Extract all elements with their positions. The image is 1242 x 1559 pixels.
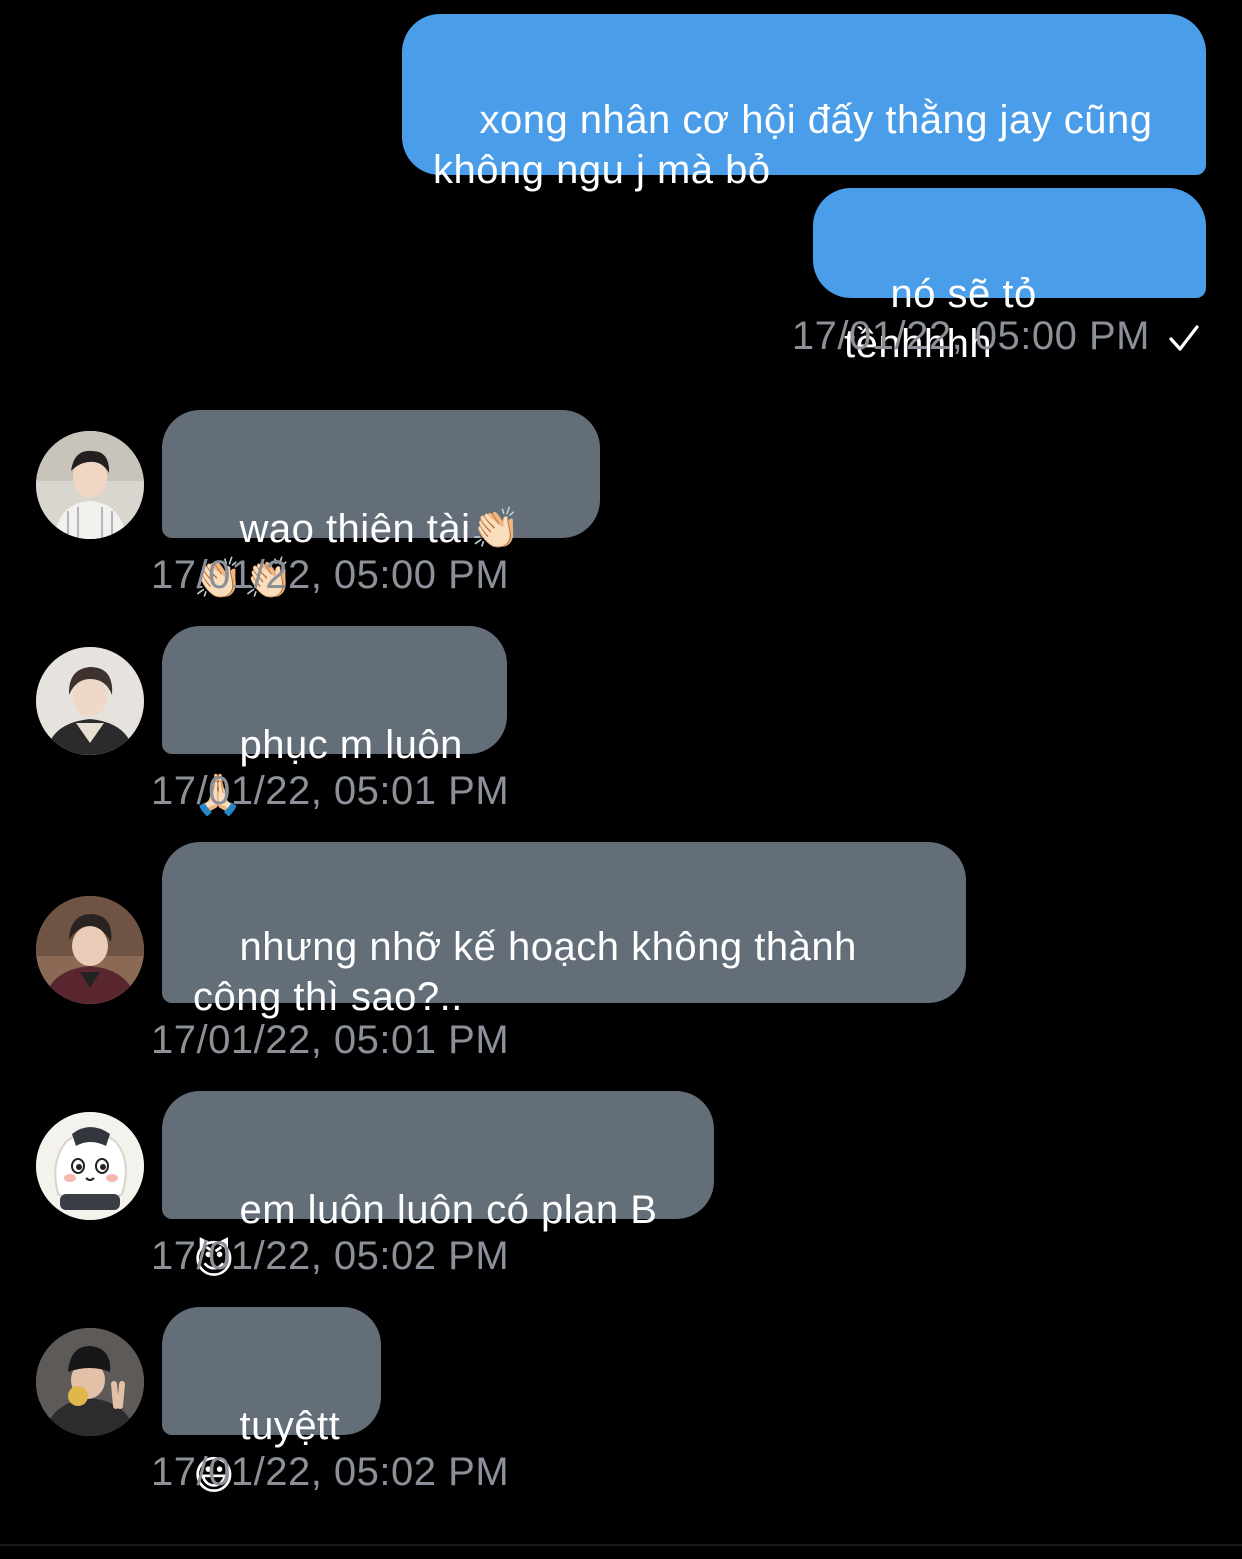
outgoing-message-bubble[interactable]: xong nhân cơ hội đấy thằng jay cũng khôn…	[402, 14, 1206, 192]
avatar-boy-striped-shirt[interactable]	[36, 431, 144, 539]
outgoing-message-bubble[interactable]: nó sẽ tỏ tềnhhhh	[813, 188, 1206, 366]
check-icon	[1169, 325, 1199, 351]
avatar-boy-beanie-peace[interactable]	[36, 1328, 144, 1436]
avatar-boy-dark-jacket[interactable]	[36, 647, 144, 755]
avatar-boy-maroon-jacket[interactable]	[36, 896, 144, 1004]
incoming-message-bubble[interactable]: phục m luôn🙏🏻	[162, 626, 507, 817]
message-timestamp: 17/01/22, 05:01 PM	[151, 769, 510, 813]
message-timestamp: 17/01/22, 05:02 PM	[151, 1234, 510, 1278]
message-timestamp: 17/01/22, 05:01 PM	[151, 1018, 510, 1062]
message-text: xong nhân cơ hội đấy thằng jay cũng khôn…	[433, 98, 1165, 192]
incoming-message-bubble[interactable]: wao thiên tài👏🏻👏🏻👏🏻	[162, 410, 600, 601]
avatar-cartoon-rice-ball[interactable]	[36, 1112, 144, 1220]
incoming-message-bubble[interactable]: em luôn luôn có plan B😈	[162, 1091, 714, 1282]
message-text: nhưng nhỡ kế hoạch không thành công thì …	[193, 925, 869, 1019]
message-timestamp: 17/01/22, 05:00 PM	[791, 314, 1150, 358]
message-timestamp: 17/01/22, 05:00 PM	[151, 553, 510, 597]
message-thread: xong nhân cơ hội đấy thằng jay cũng khôn…	[0, 0, 1242, 1559]
divider	[0, 1544, 1242, 1546]
incoming-message-bubble[interactable]: nhưng nhỡ kế hoạch không thành công thì …	[162, 842, 966, 1019]
message-timestamp: 17/01/22, 05:02 PM	[151, 1450, 510, 1494]
incoming-message-bubble[interactable]: tuyệtt😃	[162, 1307, 381, 1498]
